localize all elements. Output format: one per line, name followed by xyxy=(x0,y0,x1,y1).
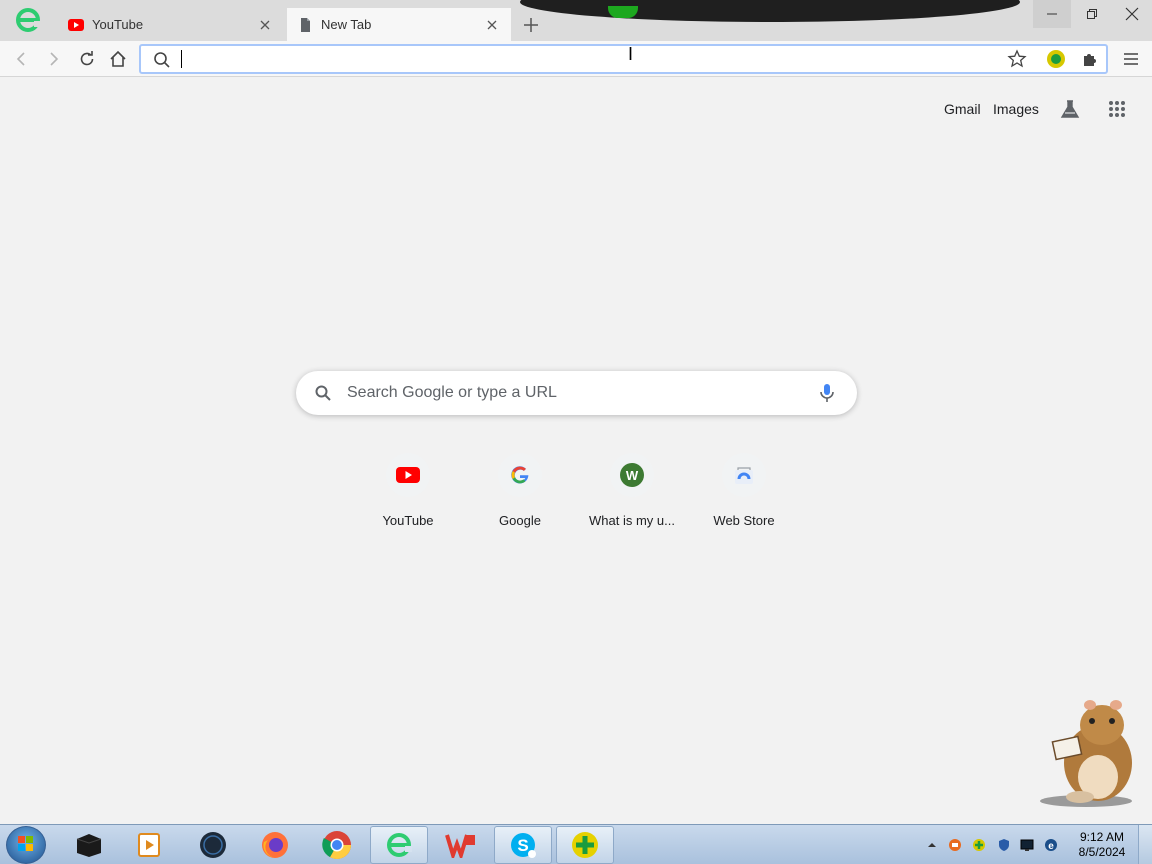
close-icon xyxy=(1125,7,1139,21)
taskbar: S e 9:12 AM 8/5/2024 xyxy=(0,824,1152,864)
extension-icon[interactable] xyxy=(1047,50,1065,68)
shortcut-label: Web Store xyxy=(713,513,775,528)
youtube-icon xyxy=(396,467,420,483)
close-window-button[interactable] xyxy=(1113,0,1151,28)
svg-text:e: e xyxy=(1048,841,1054,852)
shortcut-icon-circle: W xyxy=(610,453,654,497)
tray-e-icon[interactable]: e xyxy=(1044,838,1058,852)
taskbar-app[interactable] xyxy=(246,826,304,864)
show-hidden-icons-icon[interactable] xyxy=(925,838,939,852)
taskbar-app[interactable] xyxy=(184,826,242,864)
clock-date: 8/5/2024 xyxy=(1078,845,1126,859)
tray-app-orange-icon[interactable] xyxy=(948,838,962,852)
shortcut-label: What is my u... xyxy=(589,513,675,528)
tab-label: YouTube xyxy=(92,17,144,32)
shortcut-icon-circle xyxy=(386,453,430,497)
clock-time: 9:12 AM xyxy=(1079,830,1125,844)
shortcut-icon-circle xyxy=(722,453,766,497)
close-tab-icon[interactable] xyxy=(258,18,272,32)
shortcut-google[interactable]: Google xyxy=(464,449,576,537)
network-icon[interactable] xyxy=(1020,838,1034,852)
new-tab-page: Gmail Images Search Google or type a URL… xyxy=(0,77,1152,824)
taskbar-app[interactable] xyxy=(120,826,178,864)
chrome-icon xyxy=(322,831,351,859)
restore-icon xyxy=(1087,9,1097,19)
wps-office-icon xyxy=(445,834,475,858)
web-store-icon xyxy=(735,467,753,484)
system-clock[interactable]: 9:12 AM 8/5/2024 xyxy=(1074,830,1130,860)
taskbar-app[interactable] xyxy=(60,826,118,864)
google-search-box[interactable]: Search Google or type a URL xyxy=(296,371,857,415)
google-icon xyxy=(511,466,529,484)
text-cursor-icon: I xyxy=(628,44,634,64)
taskbar-app[interactable]: S xyxy=(494,826,552,864)
browser-logo-icon xyxy=(16,8,40,32)
close-tab-icon[interactable] xyxy=(485,18,499,32)
taskbar-app[interactable] xyxy=(556,826,614,864)
browser-toolbar xyxy=(0,41,1152,77)
search-placeholder: Search Google or type a URL xyxy=(347,384,557,401)
w-icon: W xyxy=(620,463,644,487)
search-icon xyxy=(315,385,331,401)
title-bar: YouTube New Tab xyxy=(0,0,1152,41)
new-tab-plus-icon[interactable] xyxy=(520,14,542,36)
tray-app-green-icon[interactable] xyxy=(972,838,986,852)
shortcut-youtube[interactable]: YouTube xyxy=(352,449,464,537)
tab-new-tab[interactable]: New Tab xyxy=(287,8,511,41)
svg-text:W: W xyxy=(626,468,639,483)
youtube-icon xyxy=(68,18,84,31)
back-arrow-icon xyxy=(16,52,25,66)
taskbar-app[interactable] xyxy=(432,826,490,864)
gmail-link[interactable]: Gmail xyxy=(944,101,981,117)
shortcut-what-is-my[interactable]: W What is my u... xyxy=(576,449,688,537)
puzzle-extensions-icon[interactable] xyxy=(1081,50,1099,68)
document-icon xyxy=(301,17,310,32)
tab-label: New Tab xyxy=(321,17,372,32)
reload-icon xyxy=(80,51,94,66)
minimize-icon xyxy=(1047,13,1057,15)
windows-logo-icon xyxy=(18,836,33,851)
taskbar-app-active[interactable] xyxy=(370,826,428,864)
taskbar-app[interactable] xyxy=(308,826,366,864)
shield-icon[interactable] xyxy=(997,838,1011,852)
firefox-icon xyxy=(262,832,288,858)
menu-icon[interactable] xyxy=(1120,48,1142,70)
text-caret xyxy=(181,50,182,68)
black-box-app-icon xyxy=(76,834,102,857)
back-button[interactable] xyxy=(8,46,34,72)
microphone-icon[interactable] xyxy=(818,383,836,403)
tab-youtube[interactable]: YouTube xyxy=(58,8,284,41)
media-player-icon xyxy=(138,833,160,857)
decorative-green-shape xyxy=(608,6,638,18)
forward-button[interactable] xyxy=(41,46,67,72)
decorative-shape xyxy=(520,0,1020,22)
home-button[interactable] xyxy=(105,46,131,72)
hamster-mascot-icon xyxy=(1040,700,1132,807)
dark-globe-icon xyxy=(200,832,226,858)
shortcut-icon-circle xyxy=(498,453,542,497)
start-button[interactable] xyxy=(6,826,46,864)
green-plus-icon xyxy=(572,832,598,858)
bookmark-star-icon[interactable] xyxy=(1007,49,1027,69)
skype-icon: S xyxy=(511,833,536,858)
home-icon xyxy=(110,50,126,67)
green-e-browser-icon xyxy=(387,833,412,857)
shortcut-label: Google xyxy=(499,513,541,528)
google-apps-icon[interactable] xyxy=(1108,100,1126,118)
address-bar[interactable] xyxy=(139,44,1108,74)
address-input[interactable] xyxy=(179,49,999,69)
labs-flask-icon[interactable] xyxy=(1059,98,1081,120)
forward-arrow-icon xyxy=(50,52,59,66)
svg-text:S: S xyxy=(517,836,528,855)
search-icon xyxy=(154,52,170,68)
show-desktop-button[interactable] xyxy=(1138,825,1152,864)
shortcut-web-store[interactable]: Web Store xyxy=(688,449,800,537)
shortcut-label: YouTube xyxy=(382,513,434,528)
images-link[interactable]: Images xyxy=(993,101,1039,117)
reload-button[interactable] xyxy=(74,46,100,72)
minimize-button[interactable] xyxy=(1033,0,1071,28)
restore-button[interactable] xyxy=(1073,0,1111,28)
